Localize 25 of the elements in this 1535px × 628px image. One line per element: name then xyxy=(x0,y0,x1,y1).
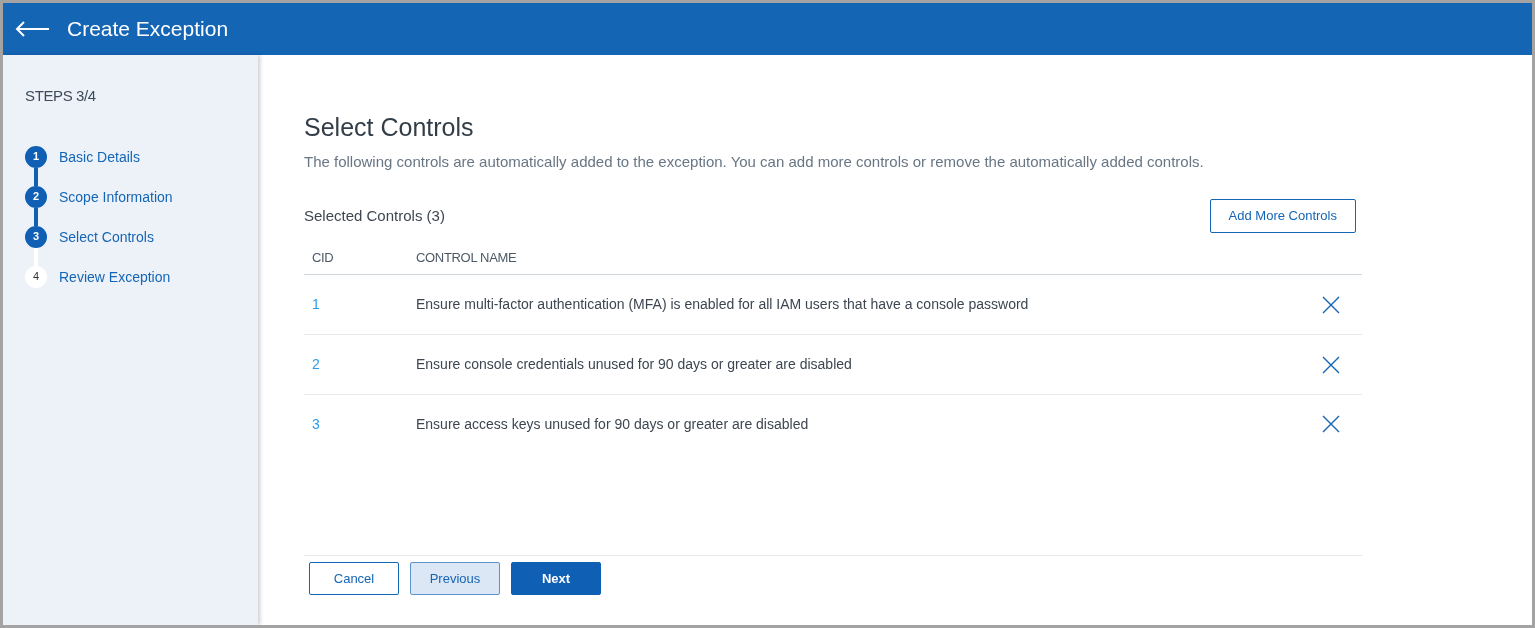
step-link[interactable]: Review Exception xyxy=(59,265,171,288)
step-link[interactable]: Select Controls xyxy=(59,225,154,248)
table-cell-text: Ensure console credentials unused for 90 days or greater are disabled xyxy=(416,355,853,374)
footer-button[interactable]: Cancel xyxy=(309,562,399,595)
control-id-link[interactable]: 3 xyxy=(304,413,416,435)
close-icon[interactable] xyxy=(1322,415,1340,433)
table-cell-text: Ensure multi-factor authentication (MFA) is enabled for all IAM users that have a console password xyxy=(416,295,1030,314)
add-more-controls-button[interactable]: Add More Controls xyxy=(1209,199,1356,233)
section-description: The following controls are automatically added to the exception. You can add more controls or remove the automatically added controls. xyxy=(304,151,1205,172)
section-title: Select Controls xyxy=(304,112,475,143)
column-header: CID xyxy=(311,248,335,267)
steps-label: STEPS 3/4 xyxy=(25,86,97,106)
footer-button[interactable]: Previous xyxy=(410,562,500,595)
back-arrow-icon[interactable] xyxy=(15,21,51,37)
control-id-link[interactable]: 2 xyxy=(304,354,416,375)
page-title: Create Exception xyxy=(67,16,229,43)
step-link[interactable]: Scope Information xyxy=(59,185,173,208)
column-header: CONTROL NAME xyxy=(416,248,517,267)
selected-controls-label: Selected Controls (3) xyxy=(304,206,445,226)
control-id-link[interactable]: 1 xyxy=(304,294,416,315)
step-link[interactable]: Basic Details xyxy=(59,145,140,168)
close-icon[interactable] xyxy=(1322,295,1340,314)
footer-button[interactable]: Next xyxy=(511,562,601,595)
table-cell-text: Ensure access keys unused for 90 days or greater are disabled xyxy=(416,414,810,434)
close-icon[interactable] xyxy=(1322,355,1340,374)
